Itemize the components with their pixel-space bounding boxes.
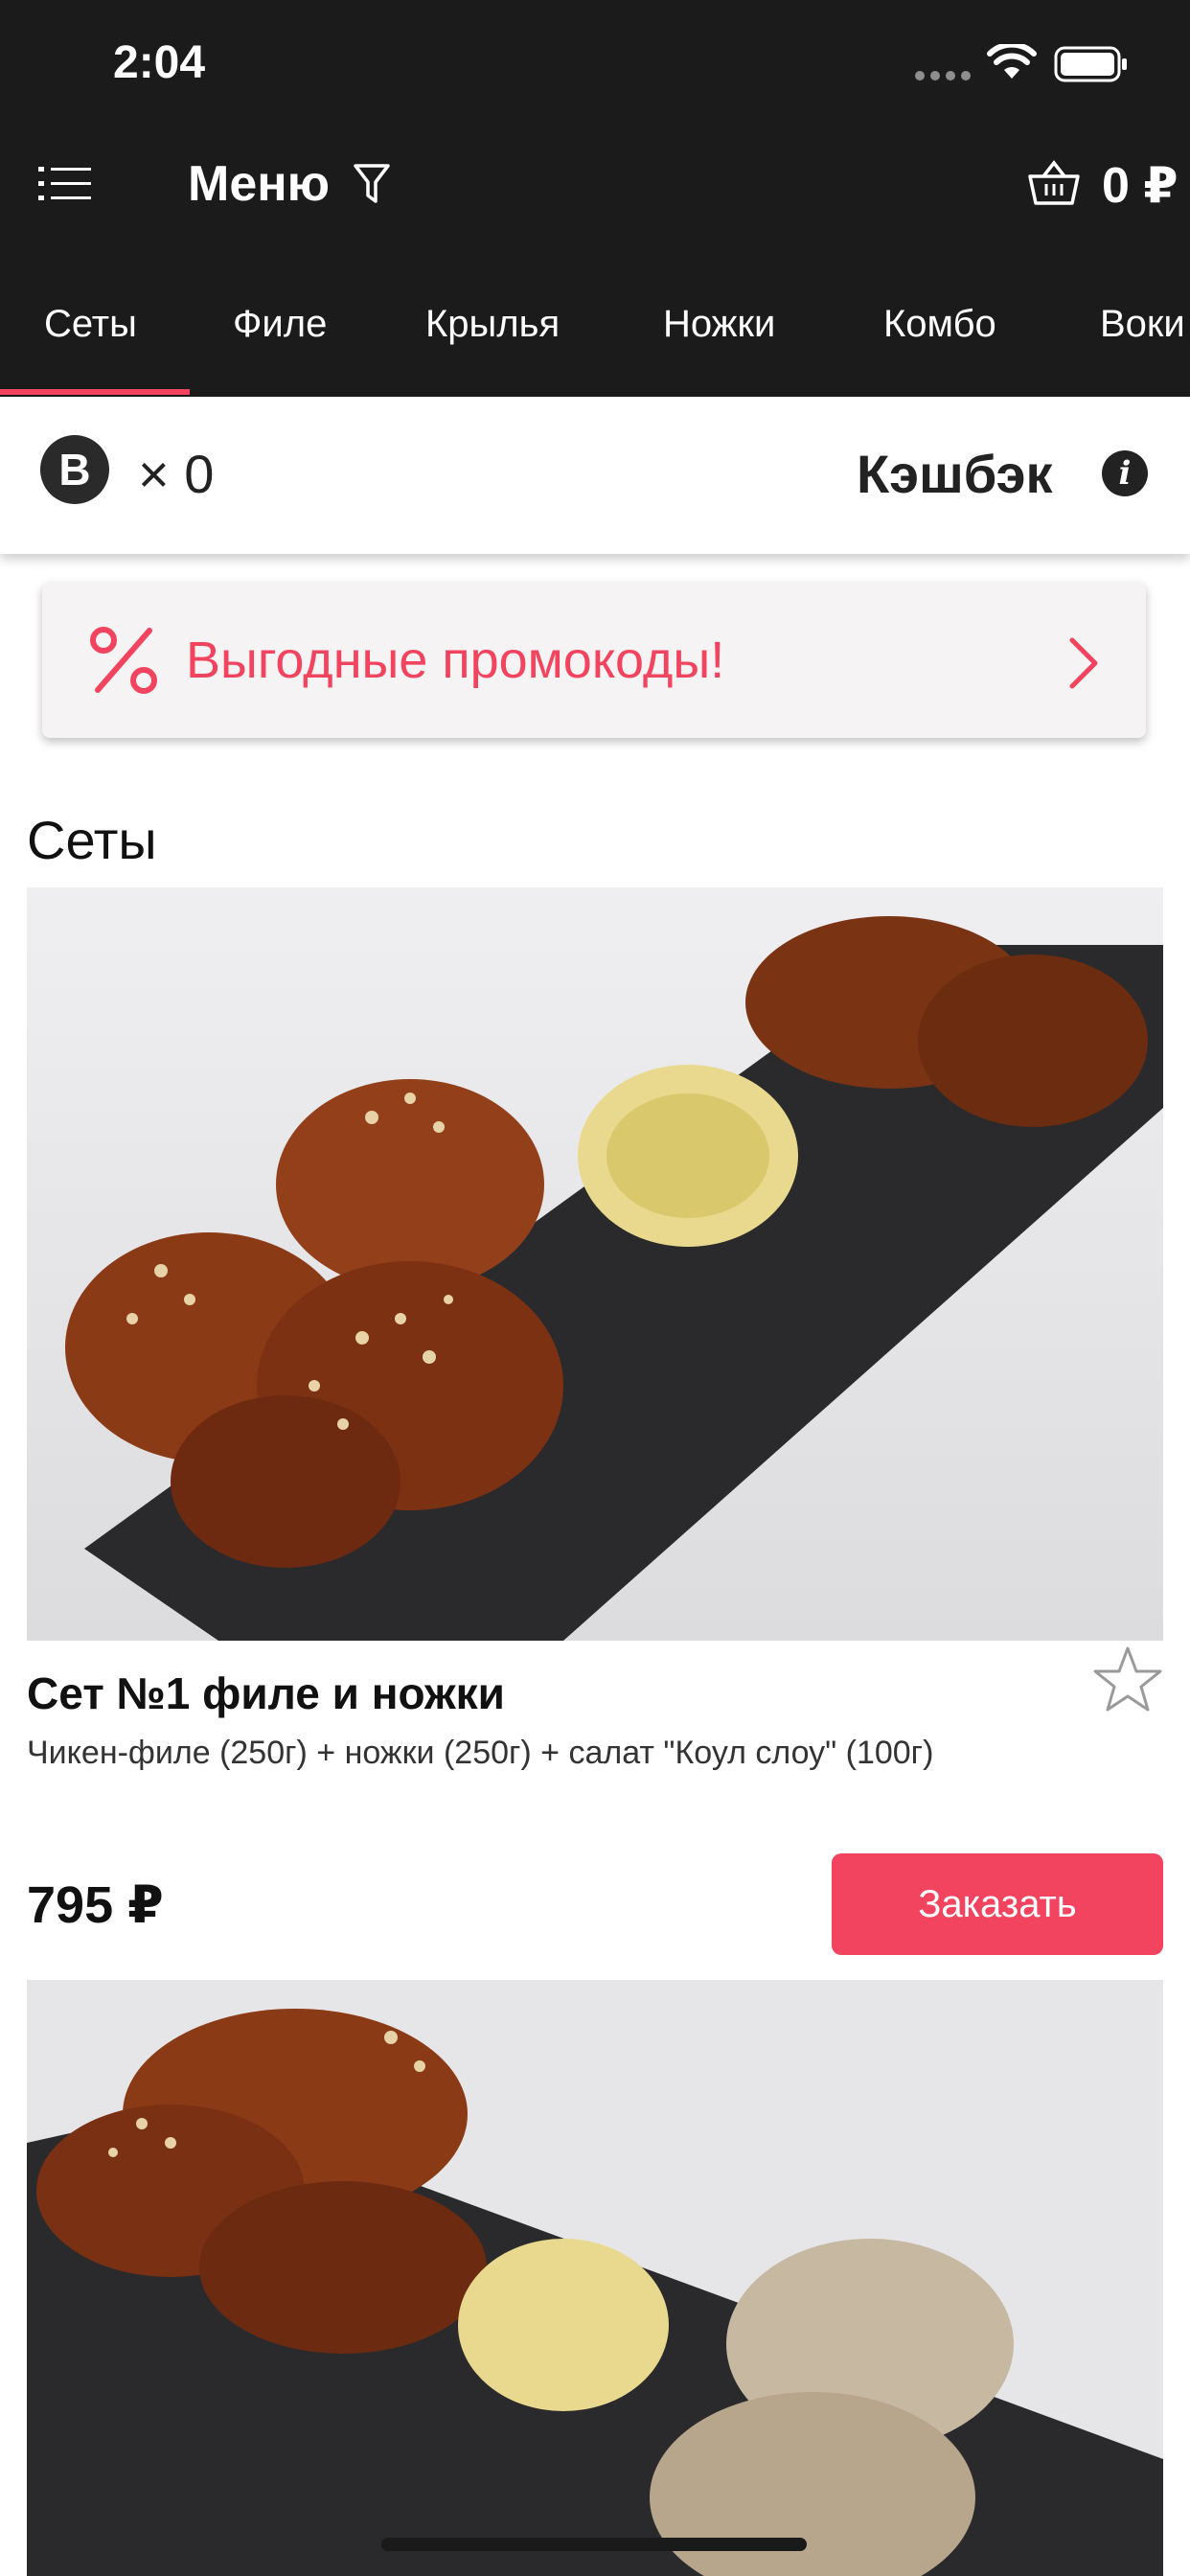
signal-icon	[915, 71, 971, 80]
product-image[interactable]	[27, 1980, 1163, 2576]
cashback-label[interactable]: Кэшбэк	[857, 443, 1053, 505]
nav-bar: Меню 0 ₽	[0, 134, 1190, 278]
product-name: Сет №1 филе и ножки	[27, 1668, 505, 1718]
basket-icon[interactable]	[1027, 159, 1081, 207]
filter-icon[interactable]	[353, 163, 391, 205]
category-tabs: Сеты Филе Крылья Ножки Комбо Воки	[0, 278, 1190, 397]
food-photo	[27, 887, 1163, 1641]
active-tab-indicator	[0, 389, 190, 395]
promo-banner[interactable]: Выгодные промокоды!	[42, 583, 1146, 738]
list-icon[interactable]	[38, 163, 92, 205]
battery-icon	[1054, 46, 1127, 82]
cashback-row: B × 0 Кэшбэк i	[0, 397, 1190, 554]
page-title: Меню	[188, 156, 331, 212]
basket-total[interactable]: 0 ₽	[1102, 157, 1179, 215]
tab-wings[interactable]: Крылья	[425, 303, 560, 346]
tab-file[interactable]: Филе	[233, 303, 327, 346]
status-bar: 2:04	[0, 0, 1190, 134]
info-icon[interactable]: i	[1102, 450, 1148, 496]
product-image[interactable]	[27, 887, 1163, 1641]
product-description: Чикен-филе (250г) + ножки (250г) + салат…	[27, 1735, 934, 1771]
tab-combo[interactable]: Комбо	[883, 303, 996, 346]
tab-woks[interactable]: Воки	[1100, 303, 1185, 346]
section-title: Сеты	[27, 810, 157, 870]
product-price: 795 ₽	[27, 1876, 164, 1934]
chevron-right-icon	[1069, 637, 1098, 689]
wifi-icon	[987, 44, 1037, 79]
percent-icon	[90, 627, 157, 694]
tab-sets[interactable]: Сеты	[44, 303, 137, 346]
home-indicator	[381, 2538, 807, 2551]
food-photo	[27, 1980, 1163, 2576]
promo-text: Выгодные промокоды!	[186, 632, 725, 689]
status-time: 2:04	[113, 37, 206, 88]
tab-legs[interactable]: Ножки	[663, 303, 775, 346]
star-icon[interactable]	[1092, 1644, 1163, 1714]
order-button[interactable]: Заказать	[832, 1853, 1163, 1955]
bonus-count: × 0	[138, 444, 215, 504]
bonus-coin-icon: B	[40, 435, 109, 504]
